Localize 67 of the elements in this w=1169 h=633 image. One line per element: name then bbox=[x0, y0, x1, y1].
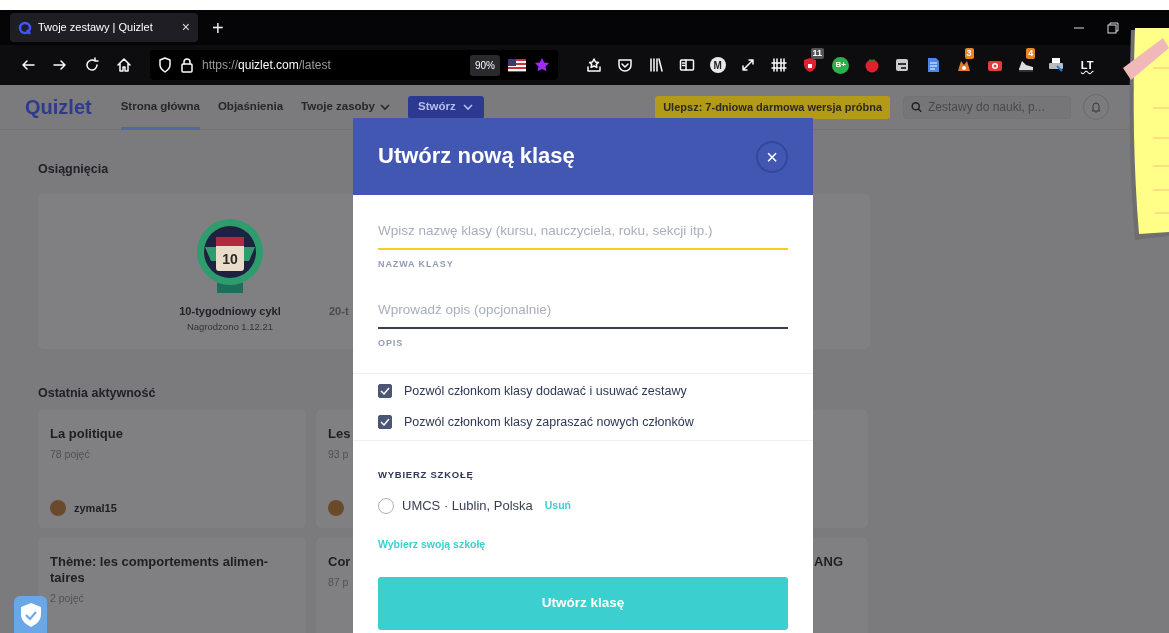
user-avatar bbox=[328, 500, 344, 516]
pocket-icon[interactable] bbox=[617, 57, 634, 73]
close-tab-button[interactable]: × bbox=[181, 17, 190, 38]
card-icon[interactable] bbox=[894, 57, 911, 73]
search-icon bbox=[911, 100, 922, 114]
set-title: La politique bbox=[50, 426, 124, 442]
close-button[interactable]: × bbox=[756, 140, 788, 173]
shield-icon[interactable] bbox=[158, 57, 172, 73]
document-icon[interactable] bbox=[925, 57, 942, 73]
set-title: Thème: les comportements alimen-taires bbox=[50, 554, 270, 586]
checkbox-label: Pozwól członkom klasy zapraszać nowych członków bbox=[404, 413, 694, 431]
section-title: Ostatnia aktywność bbox=[38, 386, 156, 401]
count-badge: 4 bbox=[1026, 48, 1036, 59]
create-button[interactable]: Stwórz bbox=[408, 95, 484, 119]
nav-link[interactable]: Twoje zasoby bbox=[292, 85, 400, 130]
lock-icon[interactable] bbox=[180, 57, 194, 73]
home-icon[interactable] bbox=[116, 57, 132, 73]
reload-icon[interactable] bbox=[84, 57, 100, 73]
url-text: https://quizlet.com/latest bbox=[202, 57, 331, 74]
extension-button[interactable]: LT bbox=[1071, 50, 1103, 80]
extension-button[interactable]: B+ bbox=[825, 50, 857, 80]
nav-link[interactable]: Objaśnienia bbox=[208, 85, 293, 130]
chevron-down-icon[interactable] bbox=[461, 101, 474, 113]
count-badge: 3 bbox=[964, 48, 974, 59]
library-icon[interactable] bbox=[648, 57, 664, 73]
address-bar[interactable]: https://quizlet.com/latest 90% bbox=[150, 50, 558, 80]
set-title: Cor bbox=[328, 554, 352, 570]
field-label: NAZWA KLASY bbox=[378, 258, 455, 272]
restore-icon[interactable] bbox=[1107, 21, 1119, 34]
sidebar-icon[interactable] bbox=[678, 57, 695, 73]
set-title: ANG bbox=[813, 554, 843, 570]
radio-button[interactable] bbox=[378, 497, 394, 514]
section-heading: WYBIERZ SZKOŁĘ bbox=[378, 467, 475, 482]
tomato-icon[interactable] bbox=[863, 57, 880, 73]
award-date: Nagrodzono 1.12.21 bbox=[186, 319, 274, 334]
new-tab-button[interactable]: + bbox=[206, 16, 230, 39]
checkbox-label: Pozwól członkom klasy dodawać i usuwać zestawy bbox=[404, 382, 687, 400]
school-name: UMCS · Lublin, Polska bbox=[402, 496, 533, 515]
back-icon[interactable] bbox=[20, 57, 36, 73]
checkbox[interactable] bbox=[378, 415, 392, 429]
flag-icon[interactable] bbox=[508, 59, 526, 73]
expand-arrows-icon[interactable] bbox=[740, 57, 757, 73]
dialog-title: Utwórz nową klasę bbox=[378, 143, 575, 170]
zoom-level[interactable]: 90% bbox=[470, 54, 500, 76]
tab-title: Twoje zestawy | Quizlet bbox=[38, 20, 153, 36]
nav-link[interactable]: Strona główna bbox=[111, 85, 209, 130]
star-tray-icon[interactable] bbox=[586, 57, 603, 73]
set-title: Les bbox=[328, 426, 352, 442]
extension-button[interactable]: M bbox=[702, 50, 733, 80]
printer-icon[interactable] bbox=[1048, 57, 1065, 73]
section-title: Osiągnięcia bbox=[38, 162, 109, 177]
shield-icon[interactable] bbox=[801, 57, 818, 73]
fence-icon[interactable] bbox=[771, 57, 788, 73]
browser-tab[interactable]: Twoje zestawy | Quizlet × bbox=[10, 13, 198, 42]
author-name: zymal15 bbox=[74, 500, 117, 516]
user-avatar bbox=[50, 499, 66, 516]
upgrade-button[interactable]: Ulepsz: 7-dniowa darmowa wersja próbna bbox=[655, 95, 890, 119]
field-label: OPIS bbox=[378, 337, 405, 350]
quizlet-logo-icon bbox=[18, 20, 32, 35]
achievement-name: 10-tygodniowy cykl bbox=[179, 304, 281, 319]
star-icon[interactable] bbox=[534, 57, 550, 73]
bell-icon[interactable] bbox=[1090, 101, 1102, 113]
count-badge: 11 bbox=[810, 48, 825, 59]
checkbox[interactable] bbox=[378, 384, 392, 398]
chevron-down-icon[interactable] bbox=[379, 101, 391, 113]
shield-check-icon[interactable] bbox=[14, 596, 47, 633]
forward-icon[interactable] bbox=[52, 57, 68, 73]
